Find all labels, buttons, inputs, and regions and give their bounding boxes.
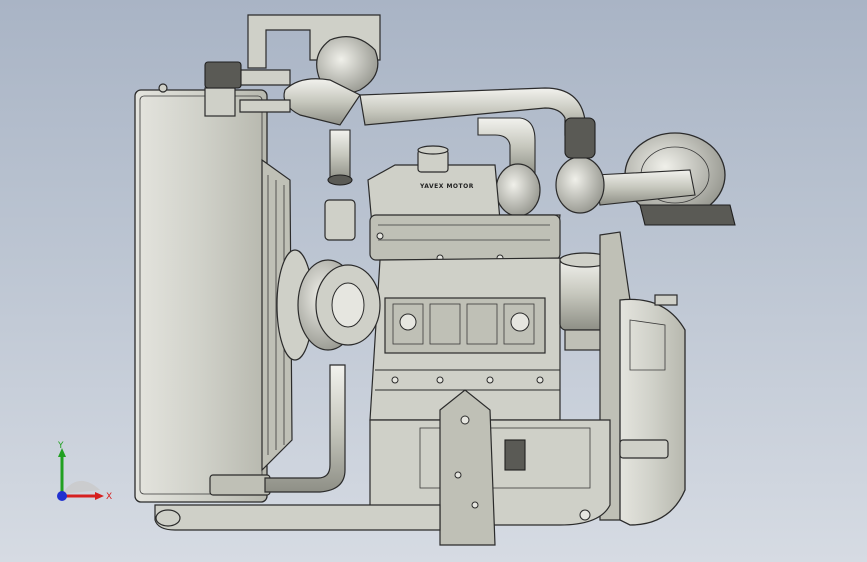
x-axis-label: X [106,492,112,502]
brand-label: YAVEX MOTOR [419,183,474,190]
cad-viewport[interactable]: YAVEX MOTOR Y X [0,0,867,562]
triad-plane [62,480,100,494]
z-axis-dot [57,491,67,501]
flywheel-housing[interactable] [599,231,686,526]
engine-3d-model[interactable]: YAVEX MOTOR [0,0,867,562]
radiator[interactable] [134,83,271,503]
water-pump-pulley[interactable] [297,174,381,351]
orientation-triad: Y X [57,441,112,502]
air-filter[interactable] [594,132,736,226]
x-axis-arrowhead [95,492,104,500]
y-axis-label: Y [57,441,64,451]
